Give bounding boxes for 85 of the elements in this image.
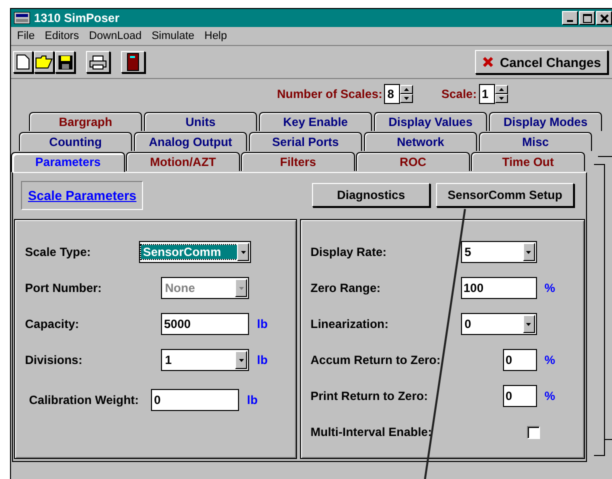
dropdown[interactable]: 5 [460,241,536,263]
down-arrow-icon [404,97,410,100]
cancel-changes-button[interactable]: Cancel Changes [474,50,608,74]
dropdown[interactable]: 0 [460,313,536,335]
dropdown[interactable]: SensorComm [139,241,251,263]
open-button[interactable] [34,51,54,73]
unit-label: lb [257,353,268,367]
tab[interactable]: Serial Ports [249,132,362,151]
tab[interactable]: Display Modes [489,112,602,131]
input-field[interactable]: 0 [502,349,536,371]
tab[interactable]: Time Out [471,152,585,171]
tab[interactable]: Units [144,112,257,131]
menu-item[interactable]: Help [204,30,227,42]
unit-label: % [544,389,556,403]
tab[interactable]: Counting [19,132,132,151]
dropdown-arrow-icon [238,358,244,362]
tab[interactable]: Parameters [11,152,125,172]
checkbox[interactable] [526,426,540,438]
menu-item[interactable]: Simulate [152,30,194,42]
tab[interactable]: Network [364,132,477,151]
close-button[interactable] [596,11,612,25]
field-label: Port Number: [25,281,103,295]
unit-label: % [544,281,556,295]
save-button[interactable] [55,51,75,73]
dropdown-arrow-icon [238,286,244,290]
menu-item[interactable]: File [17,30,35,42]
input-field[interactable]: 100 [460,277,536,299]
menu-item[interactable]: DownLoad [88,30,142,42]
maximize-button[interactable] [579,11,595,25]
field-label: Print Return to Zero: [310,389,429,403]
input-field[interactable]: 0 [151,389,239,411]
scale-label: Scale: [441,87,477,101]
menu-item[interactable]: Editors [44,30,79,42]
input-field[interactable]: 5000 [161,313,249,335]
minimize-button[interactable] [562,11,578,25]
exit-button[interactable] [121,51,145,73]
unit-label: lb [247,393,258,407]
close-icon [600,14,608,22]
panel-button[interactable]: SensorComm Setup [436,183,574,207]
maximize-icon [582,14,592,22]
unit-label: % [544,353,556,367]
tab[interactable]: Key Enable [259,112,372,131]
dropdown-arrow-icon [526,250,531,254]
folder-icon [35,55,53,69]
spin-down-button[interactable] [494,94,508,103]
door-icon [127,53,139,71]
up-arrow-icon [498,88,504,91]
print-button[interactable] [86,51,110,73]
window-title: 1310 SimPoser [34,11,120,25]
dropdown-arrow-icon [240,250,246,254]
tab[interactable]: Bargraph [29,112,142,131]
tab[interactable]: ROC [356,152,470,171]
field-label: Zero Range: [310,281,382,295]
cross-icon [482,56,494,68]
dropdown[interactable]: 1 [161,349,249,371]
tab[interactable]: Display Values [374,112,487,131]
field-label: Multi-Interval Enable: [310,425,433,439]
input-field[interactable]: 0 [502,385,536,407]
scales-count-field[interactable]: 8 [384,84,400,104]
field-label: Capacity: [25,317,80,331]
unit-label: lb [257,317,268,331]
page-icon [16,54,30,70]
dropdown-arrow-icon [526,322,531,326]
tab[interactable]: Misc [479,132,592,151]
printer-icon [89,54,107,70]
scales-count-label: Number of Scales: [277,87,382,101]
field-label: Accum Return to Zero: [310,353,442,367]
spin-up-button[interactable] [400,85,414,94]
app-icon [14,12,30,24]
new-file-button[interactable] [13,51,33,73]
tab[interactable]: Motion/AZT [126,152,240,171]
panel-button[interactable]: Diagnostics [312,183,430,207]
up-arrow-icon [404,88,410,91]
field-label: Calibration Weight: [29,393,140,407]
scale-field[interactable]: 1 [478,84,495,104]
field-label: Display Rate: [310,245,388,259]
tab[interactable]: Filters [241,152,355,171]
spin-down-button[interactable] [400,94,414,103]
scale-parameters-link[interactable]: Scale Parameters [21,180,144,210]
tab[interactable]: Analog Output [134,132,247,151]
spin-up-button[interactable] [494,85,508,94]
field-label: Scale Type: [25,245,92,259]
down-arrow-icon [498,97,504,100]
field-label: Divisions: [25,353,84,367]
field-label: Linearization: [310,317,390,331]
